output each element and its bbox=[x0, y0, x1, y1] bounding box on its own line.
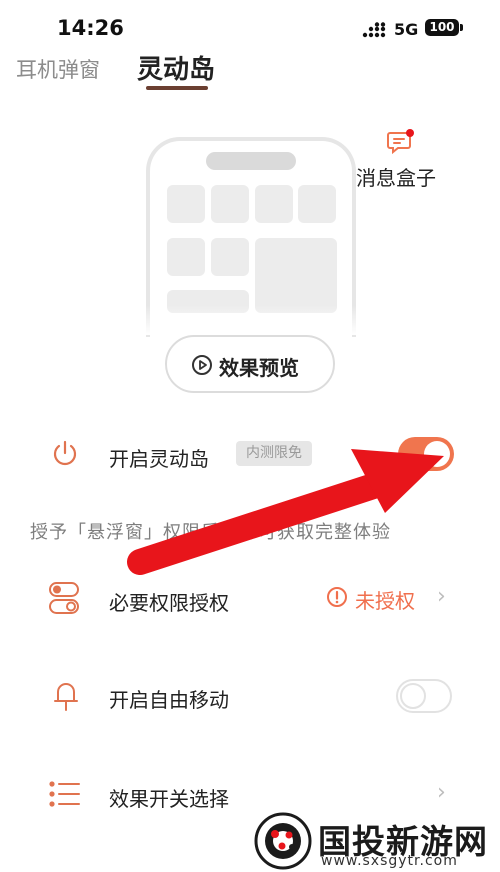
annotation-arrow bbox=[127, 449, 444, 575]
watermark-url: www.sxsgytr.com bbox=[321, 853, 458, 869]
watermark-logo-icon bbox=[254, 812, 312, 870]
